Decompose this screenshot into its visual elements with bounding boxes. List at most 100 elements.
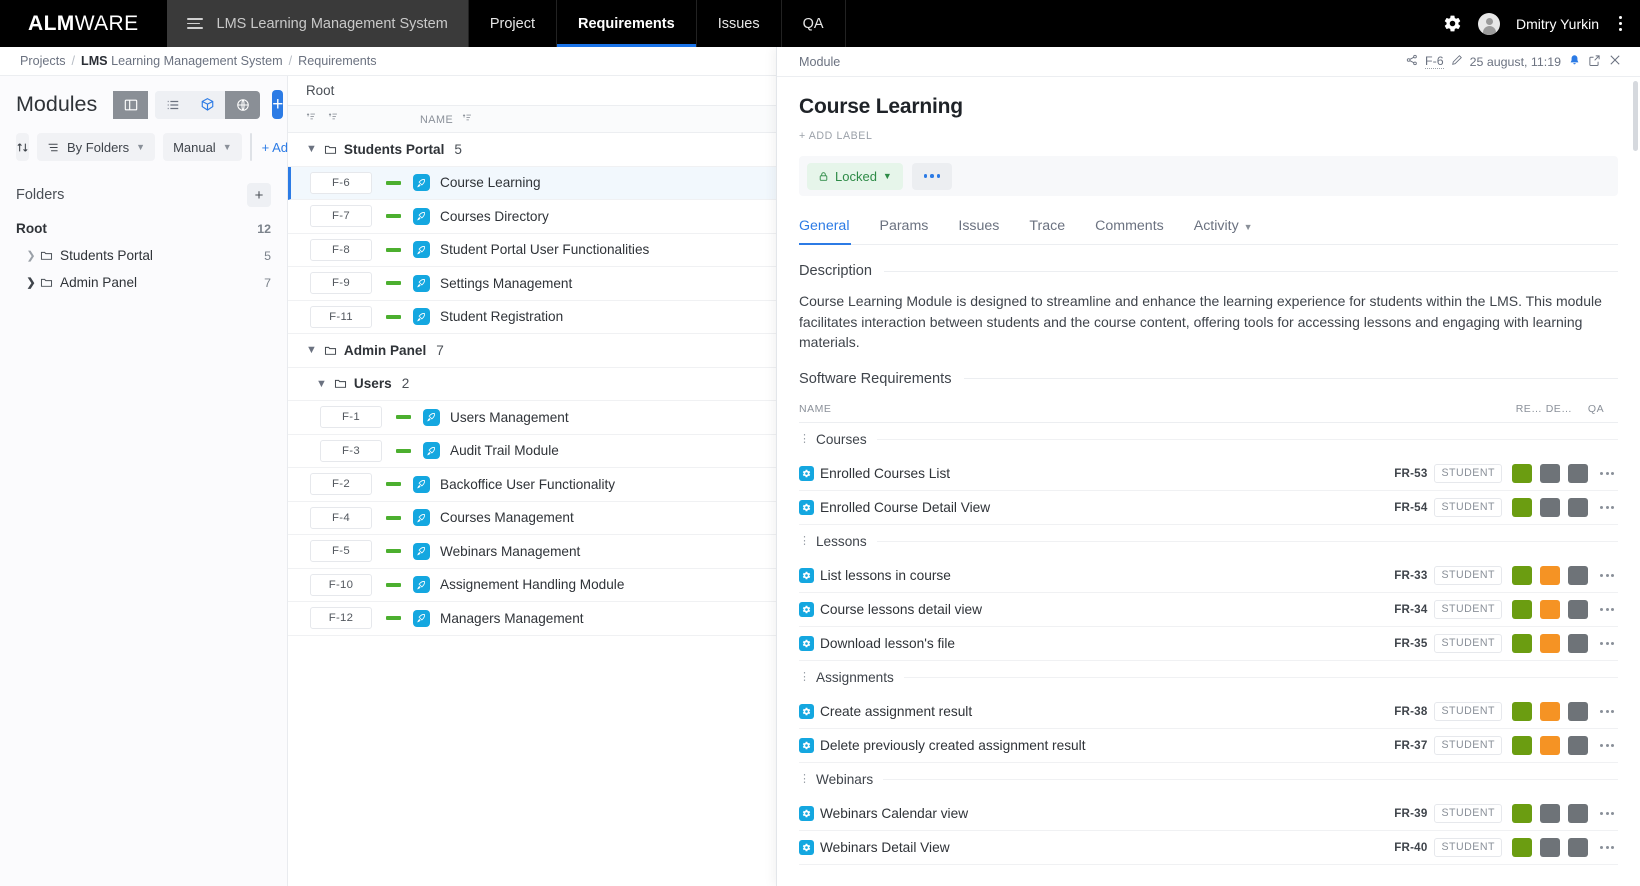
tab-trace[interactable]: Trace: [1029, 208, 1081, 244]
drag-handle-icon[interactable]: ⋮: [799, 774, 810, 784]
hamburger-menu-icon[interactable]: [186, 18, 203, 29]
add-module-button[interactable]: +: [272, 90, 284, 119]
column-header-sort-1[interactable]: [288, 112, 328, 126]
status-swatch[interactable]: [1540, 599, 1560, 619]
row-more-icon[interactable]: [1596, 573, 1618, 577]
status-swatch[interactable]: [1512, 463, 1532, 483]
status-swatch[interactable]: [1568, 701, 1588, 721]
status-swatch[interactable]: [1568, 837, 1588, 857]
status-swatch[interactable]: [1568, 599, 1588, 619]
status-swatch[interactable]: [1540, 803, 1560, 823]
chevron-right-icon[interactable]: ❯: [24, 276, 38, 289]
requirement-row[interactable]: Download lesson's file FR-35 STUDENT: [799, 627, 1618, 661]
chevron-right-icon[interactable]: ❯: [24, 249, 38, 262]
row-more-icon[interactable]: [1596, 607, 1618, 611]
requirement-group-header[interactable]: ⋮ Courses: [799, 423, 1618, 457]
pencil-icon[interactable]: [1451, 54, 1463, 69]
requirement-group-header[interactable]: ⋮ Lessons: [799, 525, 1618, 559]
drag-handle-icon[interactable]: ⋮: [799, 672, 810, 682]
requirement-row[interactable]: Create assignment result FR-38 STUDENT: [799, 695, 1618, 729]
drag-handle-icon[interactable]: ⋮: [799, 434, 810, 444]
row-more-icon[interactable]: [1596, 845, 1618, 849]
chevron-down-icon[interactable]: ▼: [306, 143, 317, 155]
tab-comments[interactable]: Comments: [1095, 208, 1180, 244]
sort-icon[interactable]: [16, 133, 29, 161]
column-header-sort-2[interactable]: [328, 112, 420, 126]
entity-id-label[interactable]: F-6: [1425, 54, 1444, 69]
group-by-dropdown[interactable]: By Folders ▼: [37, 133, 156, 161]
status-swatch[interactable]: [1540, 701, 1560, 721]
order-dropdown[interactable]: Manual ▼: [163, 133, 242, 161]
status-swatch[interactable]: [1568, 565, 1588, 585]
chevron-down-icon[interactable]: ▼: [316, 378, 327, 390]
status-swatch[interactable]: [1512, 633, 1532, 653]
share-icon[interactable]: [1406, 54, 1418, 69]
nav-item-issues[interactable]: Issues: [697, 0, 782, 47]
status-swatch[interactable]: [1540, 497, 1560, 517]
column-header-name[interactable]: NAME: [420, 113, 620, 126]
folder-item-students-portal[interactable]: ❯ Students Portal 5: [0, 242, 287, 269]
status-swatch[interactable]: [1512, 735, 1532, 755]
open-external-icon[interactable]: [1588, 54, 1601, 70]
status-swatch[interactable]: [1540, 565, 1560, 585]
globe-view-icon[interactable]: [225, 90, 261, 119]
breadcrumb-projects[interactable]: Projects: [20, 54, 66, 68]
almware-logo[interactable]: ALM WARE: [0, 0, 167, 47]
gear-icon[interactable]: [1443, 14, 1462, 33]
status-swatch[interactable]: [1512, 599, 1532, 619]
project-selector[interactable]: LMS Learning Management System: [166, 0, 468, 47]
split-view-icon[interactable]: [113, 90, 149, 119]
chevron-down-icon[interactable]: ▼: [306, 344, 317, 356]
status-swatch[interactable]: [1568, 735, 1588, 755]
tab-issues[interactable]: Issues: [958, 208, 1015, 244]
requirement-row[interactable]: Course lessons detail view FR-34 STUDENT: [799, 593, 1618, 627]
status-swatch[interactable]: [1540, 735, 1560, 755]
add-label-button[interactable]: + ADD LABEL: [799, 130, 1618, 142]
nav-item-requirements[interactable]: Requirements: [556, 0, 697, 47]
status-swatch[interactable]: [1568, 803, 1588, 823]
status-swatch[interactable]: [1568, 497, 1588, 517]
row-more-icon[interactable]: [1596, 743, 1618, 747]
tab-params[interactable]: Params: [879, 208, 944, 244]
row-more-icon[interactable]: [1596, 641, 1618, 645]
tab-activity[interactable]: Activity ▼: [1194, 208, 1269, 244]
folder-item-admin-panel[interactable]: ❯ Admin Panel 7: [0, 269, 287, 296]
requirement-row[interactable]: Delete previously created assignment res…: [799, 729, 1618, 763]
drag-handle-icon[interactable]: ⋮: [799, 536, 810, 546]
requirement-row[interactable]: Webinars Calendar view FR-39 STUDENT: [799, 797, 1618, 831]
avatar[interactable]: [1478, 12, 1501, 35]
status-swatch[interactable]: [1540, 463, 1560, 483]
status-swatch[interactable]: [1512, 497, 1532, 517]
search-input[interactable]: [251, 134, 252, 160]
requirement-row[interactable]: List lessons in course FR-33 STUDENT: [799, 559, 1618, 593]
more-vertical-icon[interactable]: [1615, 12, 1626, 35]
folder-item-root[interactable]: Root 12: [0, 215, 287, 242]
requirement-group-header[interactable]: ⋮ Webinars: [799, 763, 1618, 797]
row-more-icon[interactable]: [1596, 709, 1618, 713]
row-more-icon[interactable]: [1596, 811, 1618, 815]
status-swatch[interactable]: [1512, 803, 1532, 823]
status-swatch[interactable]: [1512, 701, 1532, 721]
bell-icon[interactable]: [1568, 54, 1581, 70]
requirement-row[interactable]: Enrolled Courses List FR-53 STUDENT: [799, 457, 1618, 491]
requirement-row[interactable]: Enrolled Course Detail View FR-54 STUDENT: [799, 491, 1618, 525]
row-more-icon[interactable]: [1596, 471, 1618, 475]
nav-item-qa[interactable]: QA: [782, 0, 846, 47]
status-swatch[interactable]: [1568, 463, 1588, 483]
status-swatch[interactable]: [1540, 837, 1560, 857]
requirement-row[interactable]: Webinars Detail View FR-40 STUDENT: [799, 831, 1618, 865]
tab-general[interactable]: General: [799, 208, 865, 245]
panel-scrollbar[interactable]: [1633, 81, 1638, 151]
requirement-group-header[interactable]: ⋮ Assignments: [799, 661, 1618, 695]
status-swatch[interactable]: [1512, 837, 1532, 857]
breadcrumb-project[interactable]: LMS Learning Management System: [81, 54, 283, 68]
status-swatch[interactable]: [1540, 633, 1560, 653]
status-swatch[interactable]: [1512, 565, 1532, 585]
cube-view-icon[interactable]: [190, 90, 226, 119]
add-folder-button[interactable]: +: [247, 183, 271, 207]
close-icon[interactable]: [1608, 53, 1622, 70]
row-more-icon[interactable]: [1596, 505, 1618, 509]
list-view-icon[interactable]: [155, 90, 191, 119]
more-actions-button[interactable]: [911, 162, 952, 190]
status-badge-locked[interactable]: Locked ▼: [807, 162, 903, 190]
